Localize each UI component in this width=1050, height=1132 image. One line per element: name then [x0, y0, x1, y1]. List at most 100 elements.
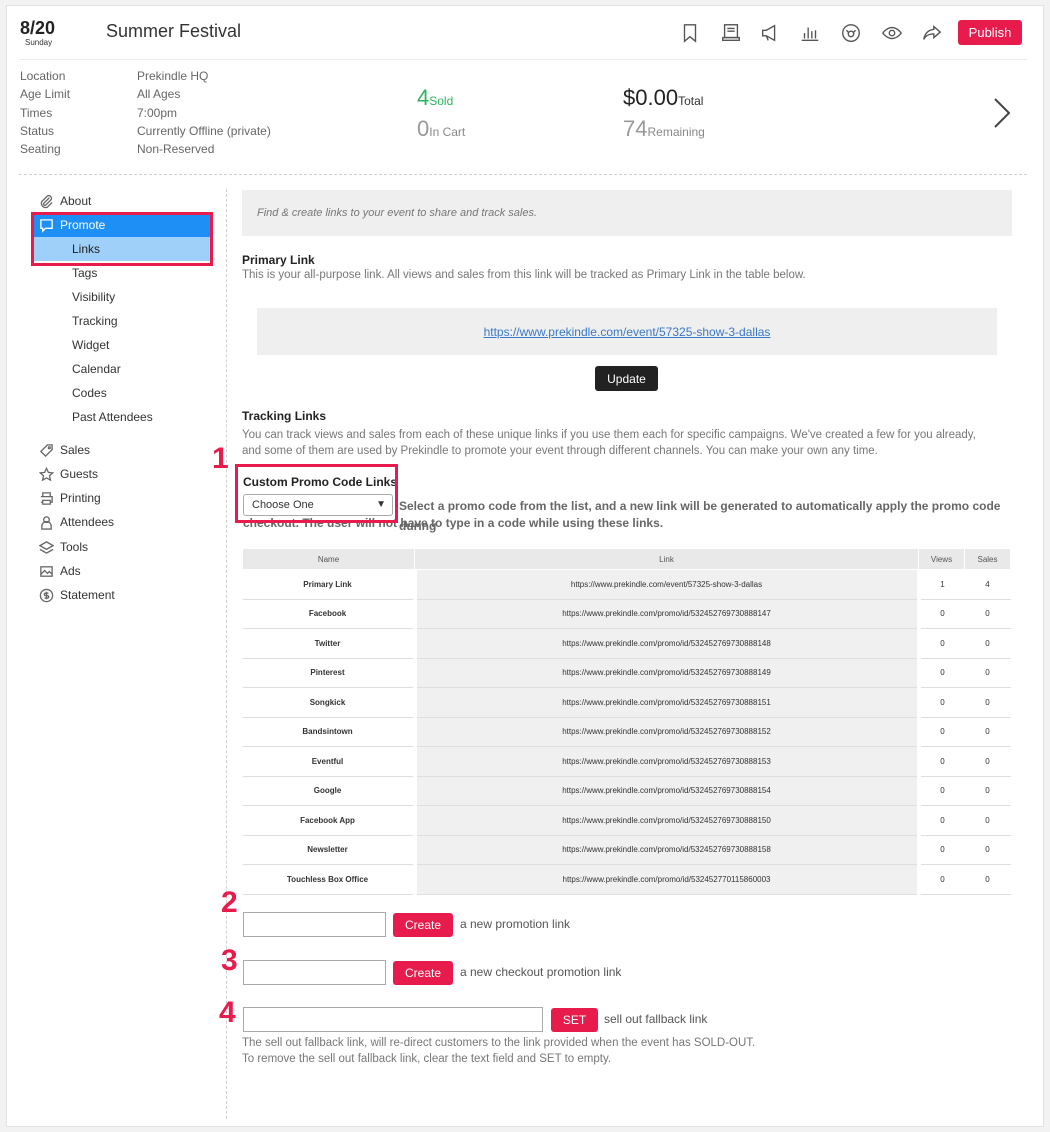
bar-chart-icon[interactable]	[797, 20, 823, 46]
info-label: Status	[20, 124, 55, 138]
col-header-link: Link	[414, 548, 919, 570]
row-name: Newsletter	[242, 835, 415, 865]
star-icon	[32, 466, 60, 482]
row-sales: 0	[964, 717, 1011, 747]
sidebar-item-label: Ads	[60, 564, 81, 578]
sidebar-item-label: About	[60, 194, 92, 208]
promotion-link-caption: a new promotion link	[460, 917, 571, 931]
table-row: Google https://www.prekindle.com/promo/i…	[242, 776, 1011, 806]
row-sales: 0	[964, 864, 1011, 895]
row-sales: 0	[964, 776, 1011, 806]
row-link[interactable]: https://www.prekindle.com/promo/id/53245…	[412, 864, 921, 895]
sidebar-item-label: Statement	[60, 588, 115, 602]
fallback-link-input[interactable]	[243, 1007, 543, 1032]
info-label: Location	[20, 69, 66, 83]
sidebar-item-attendees[interactable]: Attendees	[32, 510, 212, 534]
primary-link-url[interactable]: https://www.prekindle.com/event/57325-sh…	[484, 325, 771, 339]
publish-button[interactable]: Publish	[958, 20, 1022, 45]
row-link[interactable]: https://www.prekindle.com/event/57325-sh…	[412, 569, 921, 600]
event-weekday: Sunday	[25, 38, 53, 47]
annotation-2: 2	[221, 886, 238, 919]
col-header-views: Views	[918, 548, 965, 570]
row-views: 0	[918, 864, 965, 895]
paperclip-icon	[32, 194, 60, 209]
row-name: Facebook App	[242, 805, 415, 836]
sidebar-item-printing[interactable]: Printing	[32, 486, 212, 510]
annotation-1: 1	[212, 442, 229, 475]
event-card: 8/20 Sunday Summer Festival Publish Loca…	[6, 5, 1044, 1127]
sidebar-subitem-tracking[interactable]: Tracking	[32, 309, 212, 333]
sold-label: Sold	[429, 94, 454, 108]
eye-icon[interactable]	[879, 20, 905, 46]
tracking-desc-line1: You can track views and sales from each …	[242, 429, 976, 441]
image-icon	[32, 564, 60, 579]
sidebar-item-ads[interactable]: Ads	[32, 559, 212, 583]
row-sales: 0	[964, 835, 1011, 865]
row-name: Bandsintown	[242, 717, 415, 747]
row-link[interactable]: https://www.prekindle.com/promo/id/53245…	[412, 776, 921, 806]
info-value: All Ages	[137, 87, 181, 101]
table-row: Twitter https://www.prekindle.com/promo/…	[242, 628, 1011, 659]
checkout-link-input[interactable]	[243, 960, 386, 985]
stats-divider	[19, 174, 1027, 175]
row-link[interactable]: https://www.prekindle.com/promo/id/53245…	[412, 658, 921, 688]
chevron-right-icon[interactable]	[990, 96, 1014, 130]
remaining-label: Remaining	[647, 125, 705, 139]
tracking-links-table: Name Link Views Sales Primary Link https…	[242, 548, 1011, 895]
row-views: 1	[918, 569, 965, 600]
sidebar-item-sales[interactable]: Sales	[32, 438, 212, 462]
row-name: Songkick	[242, 687, 415, 718]
row-name: Eventful	[242, 746, 415, 777]
sidebar-subitem-widget[interactable]: Widget	[32, 333, 212, 357]
row-link[interactable]: https://www.prekindle.com/promo/id/53245…	[412, 717, 921, 747]
event-date: 8/20	[20, 18, 56, 38]
dashboard-icon[interactable]	[838, 20, 864, 46]
sold-stat: 4Sold	[417, 85, 453, 111]
row-sales: 0	[964, 599, 1011, 629]
checkout-link-caption: a new checkout promotion link	[460, 965, 622, 979]
ticket-icon[interactable]	[718, 20, 744, 46]
row-sales: 0	[964, 687, 1011, 718]
sidebar-item-label: Tools	[60, 540, 89, 554]
table-row: Primary Link https://www.prekindle.com/e…	[242, 569, 1011, 600]
highlight-box	[235, 464, 398, 523]
row-name: Facebook	[242, 599, 415, 629]
share-icon[interactable]	[919, 20, 945, 46]
table-row: Eventful https://www.prekindle.com/promo…	[242, 746, 1011, 777]
sidebar-subitem-calendar[interactable]: Calendar	[32, 357, 212, 381]
primary-link-desc: This is your all-purpose link. All views…	[242, 269, 806, 281]
info-value: Prekindle HQ	[137, 69, 209, 83]
row-sales: 0	[964, 628, 1011, 659]
sidebar-item-statement[interactable]: Statement	[32, 583, 212, 607]
in-cart-label: In Cart	[429, 125, 466, 139]
row-link[interactable]: https://www.prekindle.com/promo/id/53245…	[412, 835, 921, 865]
sidebar-subitem-past-attendees[interactable]: Past Attendees	[32, 405, 212, 429]
row-name: Twitter	[242, 628, 415, 659]
create-promotion-button[interactable]: Create	[393, 913, 453, 937]
fallback-note-line1: The sell out fallback link, will re-dire…	[242, 1037, 756, 1049]
promotion-link-input[interactable]	[243, 912, 386, 937]
row-link[interactable]: https://www.prekindle.com/promo/id/53245…	[412, 599, 921, 629]
sidebar-item-about[interactable]: About	[32, 189, 212, 213]
create-checkout-button[interactable]: Create	[393, 961, 453, 985]
bookmark-icon[interactable]	[677, 20, 703, 46]
row-link[interactable]: https://www.prekindle.com/promo/id/53245…	[412, 746, 921, 777]
sidebar-item-tools[interactable]: Tools	[32, 535, 212, 559]
row-link[interactable]: https://www.prekindle.com/promo/id/53245…	[412, 628, 921, 659]
row-link[interactable]: https://www.prekindle.com/promo/id/53245…	[412, 687, 921, 718]
update-button[interactable]: Update	[595, 366, 658, 391]
megaphone-icon[interactable]	[757, 20, 783, 46]
person-icon	[32, 515, 60, 530]
info-label: Seating	[20, 142, 61, 156]
sidebar-item-guests[interactable]: Guests	[32, 462, 212, 486]
row-sales: 4	[964, 569, 1011, 600]
sidebar-item-label: Sales	[60, 443, 91, 457]
sidebar-subitem-visibility[interactable]: Visibility	[32, 285, 212, 309]
sidebar-subitem-codes[interactable]: Codes	[32, 381, 212, 405]
set-fallback-button[interactable]: SET	[551, 1008, 598, 1032]
row-link[interactable]: https://www.prekindle.com/promo/id/53245…	[412, 805, 921, 836]
sold-count: 4	[417, 85, 430, 110]
col-header-sales: Sales	[964, 548, 1011, 570]
row-views: 0	[918, 717, 965, 747]
highlight-box	[31, 212, 213, 266]
